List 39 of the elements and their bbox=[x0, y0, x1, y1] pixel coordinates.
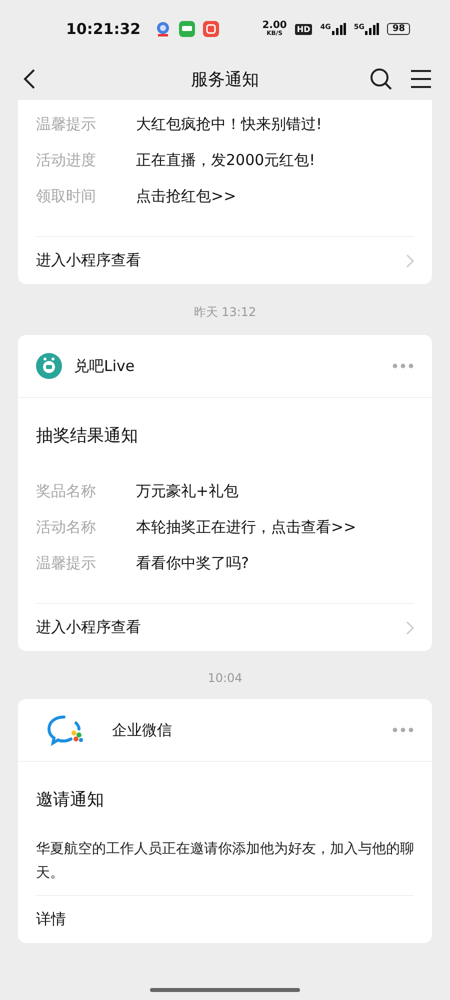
field-label: 奖品名称 bbox=[36, 482, 97, 500]
field-value: 本轮抽奖正在进行，点击查看>> bbox=[136, 518, 356, 536]
chevron-icon bbox=[406, 254, 414, 268]
chat-bubbles-icon bbox=[46, 714, 86, 746]
field-value: 正在直播，发2000元红包! bbox=[136, 150, 316, 170]
chevron-icon bbox=[406, 620, 414, 634]
timestamp: 昨天 13:12 bbox=[192, 304, 258, 321]
signal-icon bbox=[332, 23, 346, 35]
notification-title: 抽奖结果通知 bbox=[36, 425, 139, 447]
network-speed: 2.00 bbox=[262, 21, 287, 31]
field-label: 温馨提示 bbox=[36, 554, 97, 572]
field-value: 万元豪礼+礼包 bbox=[136, 482, 239, 500]
page-title: 服务通知 bbox=[190, 68, 260, 90]
sender-name: 兑吧Live bbox=[74, 356, 136, 376]
clock: 10:21:32 bbox=[66, 20, 141, 38]
notification-text: 华夏航空的工作人员正在邀请你添加他为好友，加入与他的聊天。 bbox=[36, 840, 414, 883]
app-logo-icon bbox=[36, 353, 62, 379]
field-label: 活动进度 bbox=[36, 150, 97, 170]
notification-title: 邀请通知 bbox=[36, 789, 105, 811]
footer-link[interactable]: 进入小程序查看 bbox=[36, 603, 414, 651]
search-icon bbox=[369, 67, 393, 91]
battery-level: 98 bbox=[387, 23, 410, 35]
menu-icon bbox=[410, 69, 432, 89]
field-value: 大红包疯抢中！快来别错过! bbox=[136, 114, 322, 134]
sender-name: 企业微信 bbox=[112, 720, 173, 740]
signal-icon bbox=[365, 23, 380, 35]
field-value: 点击抢红包>> bbox=[136, 186, 236, 206]
footer-link[interactable]: 详情 bbox=[36, 895, 414, 943]
field-label: 领取时间 bbox=[36, 186, 97, 206]
field-label: 温馨提示 bbox=[36, 114, 97, 134]
app-icon bbox=[154, 21, 171, 37]
field-label: 活动名称 bbox=[36, 518, 97, 536]
back-icon bbox=[22, 68, 36, 90]
field-value: 看看你中奖了吗? bbox=[136, 554, 249, 572]
footer-link[interactable]: 进入小程序查看 bbox=[36, 236, 414, 284]
hd-badge: HD bbox=[294, 24, 312, 34]
timestamp: 10:04 bbox=[206, 670, 244, 687]
app-icon bbox=[178, 21, 195, 37]
app-icon bbox=[202, 21, 219, 37]
